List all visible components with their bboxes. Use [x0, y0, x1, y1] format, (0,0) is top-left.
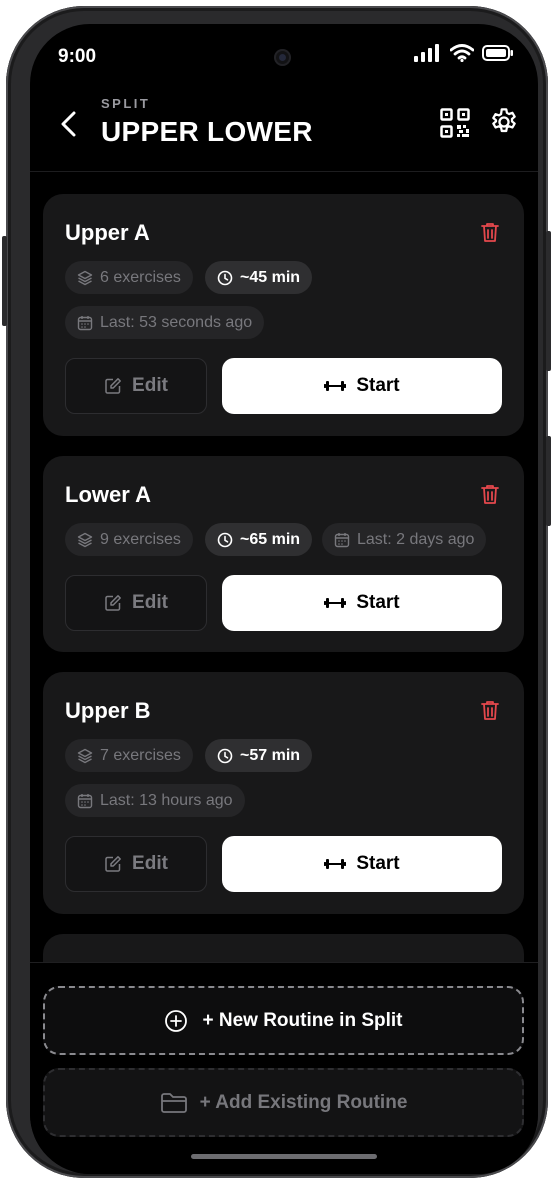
edit-label: Edit	[132, 592, 168, 613]
exercise-count: 6 exercises	[100, 268, 181, 286]
gear-icon[interactable]	[488, 106, 520, 138]
new-routine-button[interactable]: + New Routine in Split	[43, 986, 524, 1055]
duration-chip: ~57 min	[205, 739, 313, 772]
exercise-count: 7 exercises	[100, 746, 181, 764]
dumbbell-icon	[324, 859, 347, 869]
dumbbell-icon	[324, 598, 347, 608]
status-time: 9:00	[58, 46, 97, 67]
clock-icon	[217, 270, 233, 285]
bottom-actions: + New Routine in Split + Add Existing Ro…	[30, 962, 538, 1174]
routine-card: Lower A 9 exercises ~65 min Last: 2 days…	[43, 456, 524, 652]
trash-icon[interactable]	[478, 482, 502, 506]
last-performed: Last: 2 days ago	[357, 530, 475, 548]
last-performed-chip: Last: 2 days ago	[322, 523, 487, 556]
routine-name: Upper A	[65, 220, 150, 245]
status-bar: 9:00	[30, 24, 538, 88]
layers-icon	[77, 748, 93, 763]
layers-icon	[77, 532, 93, 547]
routine-list[interactable]: Upper A 6 exercises ~45 min Last: 53 sec…	[30, 172, 538, 962]
edit-label: Edit	[132, 853, 168, 874]
start-label: Start	[356, 592, 400, 613]
duration: ~65 min	[240, 530, 301, 548]
last-performed: Last: 13 hours ago	[100, 791, 233, 809]
split-label: SPLIT	[101, 96, 151, 111]
plus-circle-icon	[165, 1009, 188, 1032]
edit-icon	[105, 856, 121, 872]
edit-icon	[105, 595, 121, 611]
screen: 9:00 SPLIT UPPER LOWER Upper A 6 exercis…	[30, 24, 538, 1174]
header: SPLIT UPPER LOWER	[30, 88, 538, 172]
routine-card: Upper A 6 exercises ~45 min Last: 53 sec…	[43, 194, 524, 436]
exercise-count: 9 exercises	[100, 530, 181, 548]
routine-name: Lower A	[65, 482, 151, 507]
phone-frame: 9:00 SPLIT UPPER LOWER Upper A 6 exercis…	[2, 6, 551, 1178]
side-button-lower	[546, 436, 551, 526]
exercise-count-chip: 6 exercises	[65, 261, 193, 294]
edit-button[interactable]: Edit	[65, 358, 207, 414]
edit-button[interactable]: Edit	[65, 575, 207, 631]
last-performed-chip: Last: 53 seconds ago	[65, 306, 265, 339]
clock-icon	[217, 748, 233, 763]
front-camera	[274, 49, 291, 66]
clock-icon	[217, 532, 233, 547]
exercise-count-chip: 9 exercises	[65, 523, 193, 556]
new-routine-label: + New Routine in Split	[202, 1009, 403, 1031]
wifi-icon	[450, 44, 474, 62]
duration-chip: ~65 min	[205, 523, 313, 556]
back-icon[interactable]	[54, 108, 86, 140]
edit-button[interactable]: Edit	[65, 836, 207, 892]
page-title: UPPER LOWER	[101, 116, 313, 147]
volume-button	[2, 236, 7, 326]
qr-code-icon[interactable]	[440, 108, 470, 138]
routine-card: Upper B 7 exercises ~57 min Last: 13 hou…	[43, 672, 524, 914]
layers-icon	[77, 270, 93, 285]
start-button[interactable]: Start	[222, 836, 502, 892]
exercise-count-chip: 7 exercises	[65, 739, 193, 772]
battery-icon	[482, 45, 513, 61]
last-performed: Last: 53 seconds ago	[100, 313, 253, 331]
last-performed-chip: Last: 13 hours ago	[65, 784, 245, 817]
calendar-icon	[77, 315, 93, 330]
duration-chip: ~45 min	[205, 261, 313, 294]
signal-icon	[414, 44, 439, 62]
calendar-icon	[334, 532, 350, 547]
calendar-icon	[77, 793, 93, 808]
home-indicator[interactable]	[191, 1154, 377, 1159]
routine-card	[43, 934, 524, 962]
trash-icon[interactable]	[478, 698, 502, 722]
start-button[interactable]: Start	[222, 575, 502, 631]
add-existing-label: + Add Existing Routine	[199, 1091, 408, 1113]
routine-name: Upper B	[65, 698, 151, 723]
start-label: Start	[356, 853, 400, 874]
trash-icon[interactable]	[478, 220, 502, 244]
folder-icon	[160, 1092, 187, 1113]
start-button[interactable]: Start	[222, 358, 502, 414]
edit-label: Edit	[132, 375, 168, 396]
dumbbell-icon	[324, 381, 347, 391]
status-icons	[414, 44, 514, 62]
side-button	[546, 231, 551, 371]
start-label: Start	[356, 375, 400, 396]
duration: ~57 min	[240, 746, 301, 764]
duration: ~45 min	[240, 268, 301, 286]
edit-icon	[105, 378, 121, 394]
add-existing-routine-button[interactable]: + Add Existing Routine	[43, 1068, 524, 1137]
